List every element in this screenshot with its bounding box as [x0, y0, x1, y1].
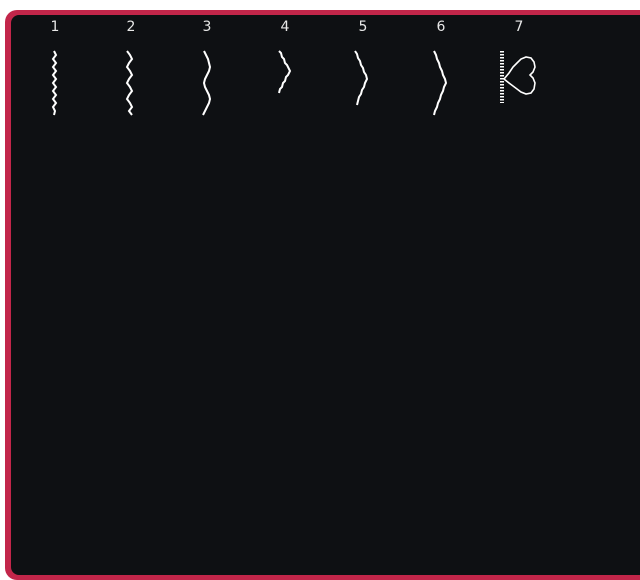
stitch-button-4[interactable]: 4	[255, 19, 315, 131]
stitch-number: 7	[514, 19, 524, 35]
medium-zigzag-stitch-icon	[333, 43, 393, 123]
triple-straight-stitch-icon	[101, 43, 161, 123]
curved-straight-stitch-icon	[177, 43, 237, 123]
stitch-menu-screen: 1 2 3 4 5 6 7	[11, 15, 640, 575]
stitch-number: 6	[436, 19, 446, 35]
narrow-zigzag-stitch-icon	[255, 43, 315, 123]
stitch-number: 2	[126, 19, 136, 35]
stitch-button-1[interactable]: 1	[25, 19, 85, 131]
stitch-button-5[interactable]: 5	[333, 19, 393, 131]
stitch-button-2[interactable]: 2	[101, 19, 161, 131]
wide-zigzag-stitch-icon	[411, 43, 471, 123]
stitch-number: 5	[358, 19, 368, 35]
heart-motif-stitch-icon	[489, 43, 549, 123]
stitch-number: 1	[50, 19, 60, 35]
straight-stitch-icon	[25, 43, 85, 123]
stitch-button-6[interactable]: 6	[411, 19, 471, 131]
stitch-button-7[interactable]: 7	[489, 19, 549, 131]
stitch-number: 3	[202, 19, 212, 35]
stitch-number: 4	[280, 19, 290, 35]
stitch-button-3[interactable]: 3	[177, 19, 237, 131]
